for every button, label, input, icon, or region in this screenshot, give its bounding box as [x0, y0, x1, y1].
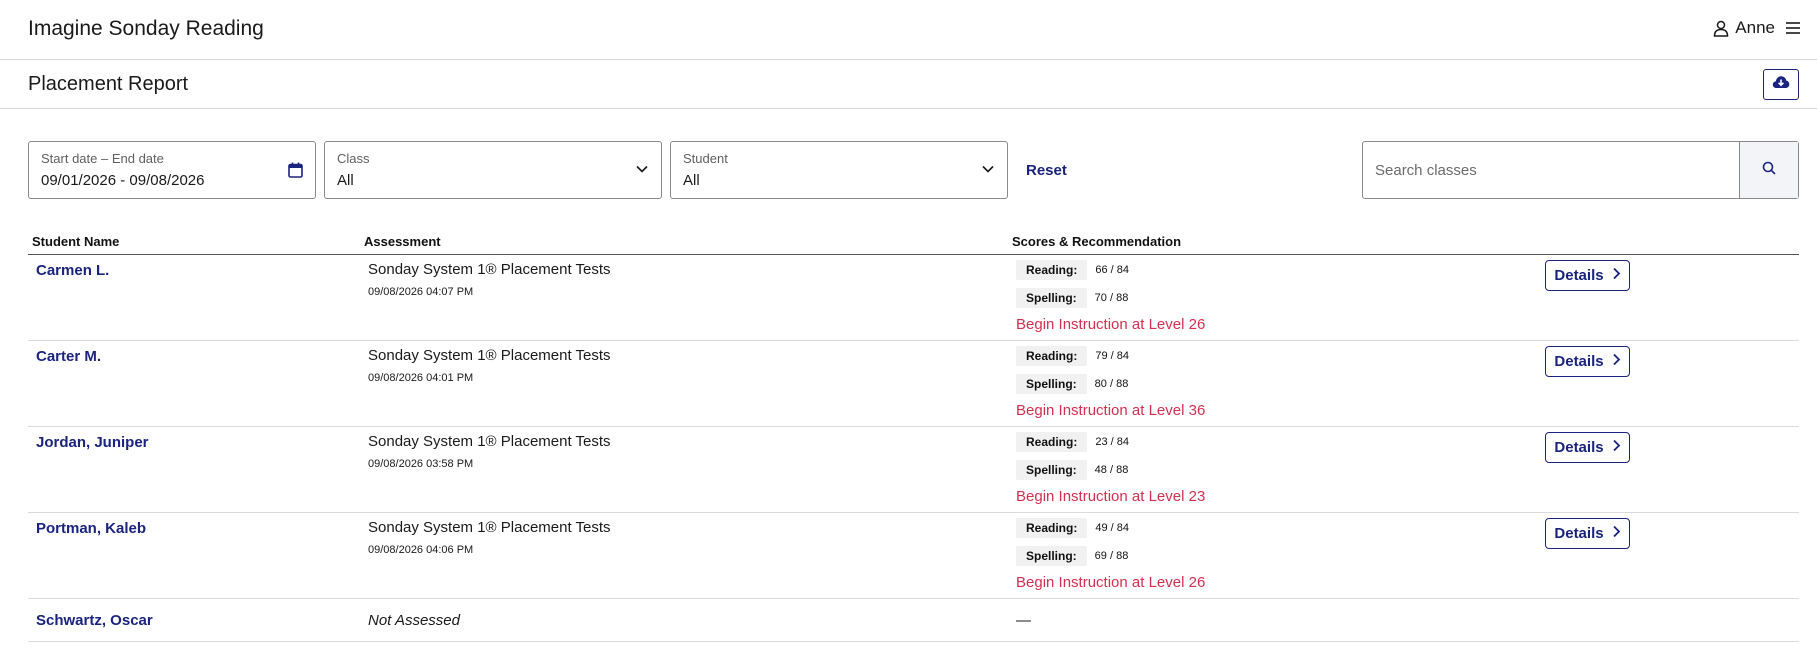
reading-value: 23 / 84: [1095, 436, 1129, 448]
student-name-link[interactable]: Carter M.: [36, 348, 101, 365]
assessment-date: 09/08/2026 04:01 PM: [368, 372, 474, 384]
details-button-label: Details: [1554, 267, 1604, 284]
reading-score: Reading: 66 / 84: [1016, 260, 1129, 280]
spelling-value: 69 / 88: [1094, 550, 1129, 562]
reading-value: 79 / 84: [1095, 350, 1129, 362]
user-icon: [1713, 20, 1729, 37]
student-select-label: Student: [683, 151, 728, 166]
table-row: Schwartz, Oscar Not Assessed —: [28, 599, 1799, 642]
reading-label: Reading:: [1016, 518, 1088, 538]
chevron-right-icon: [1612, 267, 1621, 284]
details-button[interactable]: Details: [1545, 432, 1630, 463]
table-row: Portman, Kaleb Sonday System 1® Placemen…: [28, 513, 1799, 599]
reading-value: 49 / 84: [1095, 522, 1129, 534]
assessment-name: Sonday System 1® Placement Tests: [368, 261, 611, 278]
spelling-score: Spelling: 80 / 88: [1016, 374, 1128, 394]
details-button-label: Details: [1554, 353, 1604, 370]
search-input[interactable]: [1363, 142, 1739, 198]
class-select-value[interactable]: All: [337, 172, 354, 189]
page-header: Placement Report: [0, 60, 1817, 109]
reading-label: Reading:: [1016, 346, 1088, 366]
spelling-value: 48 / 88: [1094, 464, 1129, 476]
details-button-label: Details: [1554, 525, 1604, 542]
assessment-date: 09/08/2026 04:06 PM: [368, 544, 474, 556]
column-header-student-name: Student Name: [32, 234, 120, 249]
top-bar: Imagine Sonday Reading Anne: [0, 0, 1817, 60]
class-select[interactable]: Class All: [324, 141, 662, 199]
search-icon: [1762, 161, 1776, 180]
reset-filters-link[interactable]: Reset: [1026, 162, 1067, 179]
placement-table: Student Name Assessment Scores & Recomme…: [28, 230, 1799, 642]
spelling-label: Spelling:: [1016, 546, 1087, 566]
student-select-value[interactable]: All: [683, 172, 700, 189]
student-name-link[interactable]: Schwartz, Oscar: [36, 612, 153, 629]
reading-score: Reading: 23 / 84: [1016, 432, 1129, 452]
student-name-link[interactable]: Portman, Kaleb: [36, 520, 146, 537]
chevron-right-icon: [1612, 525, 1621, 542]
date-range-value[interactable]: 09/01/2026 - 09/08/2026: [41, 172, 204, 189]
details-button[interactable]: Details: [1545, 518, 1630, 549]
student-name-link[interactable]: Jordan, Juniper: [36, 434, 149, 451]
chevron-right-icon: [1612, 439, 1621, 456]
chevron-down-icon[interactable]: [981, 162, 995, 181]
student-name-link[interactable]: Carmen L.: [36, 262, 109, 279]
user-menu[interactable]: Anne: [1713, 18, 1801, 38]
assessment-name: Sonday System 1® Placement Tests: [368, 433, 611, 450]
details-button[interactable]: Details: [1545, 260, 1630, 291]
spelling-label: Spelling:: [1016, 374, 1087, 394]
recommendation-text: Begin Instruction at Level 23: [1016, 488, 1206, 505]
cloud-download-icon: [1772, 75, 1790, 94]
spelling-score: Spelling: 69 / 88: [1016, 546, 1128, 566]
spelling-score: Spelling: 70 / 88: [1016, 288, 1128, 308]
reading-label: Reading:: [1016, 432, 1088, 452]
spelling-value: 80 / 88: [1094, 378, 1129, 390]
spelling-value: 70 / 88: [1094, 292, 1129, 304]
page-title: Placement Report: [28, 73, 189, 95]
table-header: Student Name Assessment Scores & Recomme…: [28, 230, 1799, 255]
student-select[interactable]: Student All: [670, 141, 1008, 199]
recommendation-text: Begin Instruction at Level 36: [1016, 402, 1206, 419]
chevron-down-icon[interactable]: [635, 162, 649, 181]
assessment-date: 09/08/2026 03:58 PM: [368, 458, 474, 470]
scores-empty: —: [1016, 612, 1031, 629]
user-name[interactable]: Anne: [1735, 18, 1775, 38]
assessment-status: Not Assessed: [368, 612, 460, 629]
search-button[interactable]: [1739, 142, 1798, 198]
spelling-label: Spelling:: [1016, 288, 1087, 308]
spelling-label: Spelling:: [1016, 460, 1087, 480]
reading-score: Reading: 79 / 84: [1016, 346, 1129, 366]
assessment-name: Sonday System 1® Placement Tests: [368, 347, 611, 364]
table-row: Jordan, Juniper Sonday System 1® Placeme…: [28, 427, 1799, 513]
assessment-date: 09/08/2026 04:07 PM: [368, 286, 474, 298]
chevron-right-icon: [1612, 353, 1621, 370]
class-select-label: Class: [337, 151, 370, 166]
assessment-name: Sonday System 1® Placement Tests: [368, 519, 611, 536]
hamburger-menu-icon[interactable]: [1785, 21, 1801, 35]
reading-label: Reading:: [1016, 260, 1088, 280]
column-header-scores: Scores & Recommendation: [1012, 234, 1182, 249]
spelling-score: Spelling: 48 / 88: [1016, 460, 1128, 480]
calendar-icon[interactable]: [288, 162, 303, 183]
column-header-assessment: Assessment: [364, 234, 441, 249]
table-row: Carmen L. Sonday System 1® Placement Tes…: [28, 255, 1799, 341]
details-button[interactable]: Details: [1545, 346, 1630, 377]
reading-score: Reading: 49 / 84: [1016, 518, 1129, 538]
reading-value: 66 / 84: [1095, 264, 1129, 276]
recommendation-text: Begin Instruction at Level 26: [1016, 574, 1206, 591]
download-report-button[interactable]: [1763, 69, 1799, 100]
details-button-label: Details: [1554, 439, 1604, 456]
date-range-label: Start date – End date: [41, 151, 164, 166]
table-row: Carter M. Sonday System 1® Placement Tes…: [28, 341, 1799, 427]
app-title: Imagine Sonday Reading: [28, 17, 264, 40]
date-range-picker[interactable]: Start date – End date 09/01/2026 - 09/08…: [28, 141, 316, 199]
search-classes: [1362, 141, 1799, 199]
recommendation-text: Begin Instruction at Level 26: [1016, 316, 1206, 333]
